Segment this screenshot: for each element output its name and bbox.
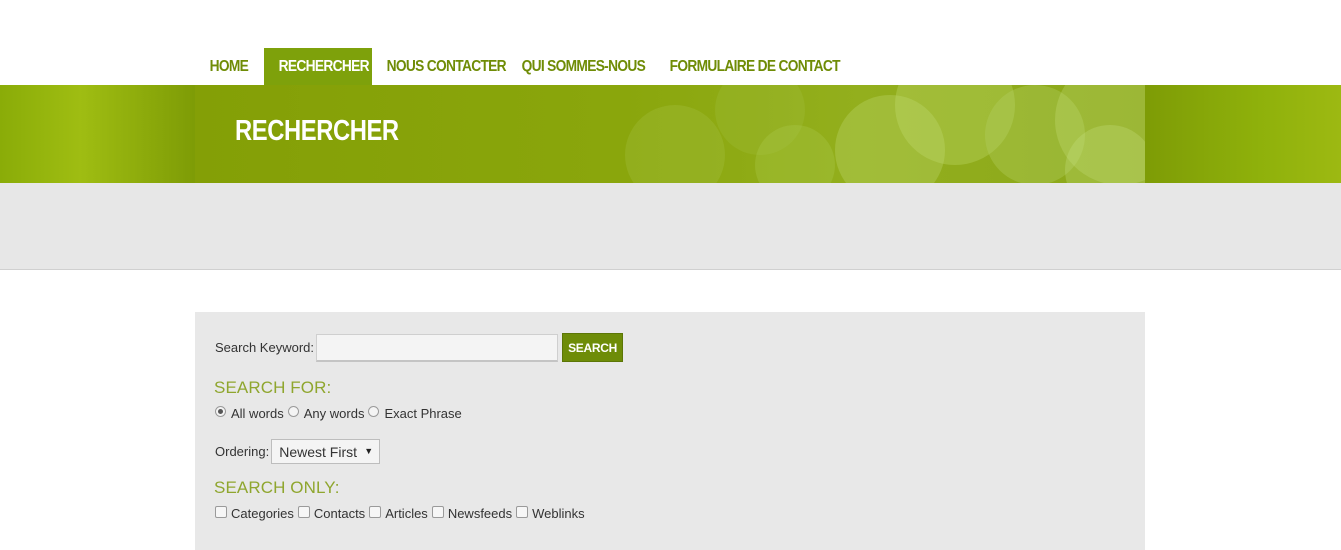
checkbox-contacts-label[interactable]: Contacts	[314, 506, 365, 521]
ordering-row: Ordering: Newest First ▼	[215, 439, 381, 464]
nav-item-qui-sommes-nous[interactable]: QUI SOMMES-NOUS	[507, 48, 655, 85]
checkbox-articles[interactable]	[369, 505, 382, 518]
ordering-label: Ordering:	[215, 444, 270, 459]
banner-image: RECHERCHER	[195, 85, 1145, 183]
ordering-select[interactable]: Newest First ▼	[271, 439, 381, 464]
nav-item-nous-contacter-label[interactable]: NOUS CONTACTER	[372, 48, 521, 85]
radio-exact-phrase[interactable]	[368, 406, 380, 417]
page-banner: RECHERCHER	[0, 85, 1341, 183]
radio-all-words-label[interactable]: All words	[231, 406, 284, 421]
nav-item-rechercher-label[interactable]: RECHERCHER	[264, 48, 383, 85]
keyword-row: Search Keyword: SEARCH	[215, 333, 623, 362]
nav-item-rechercher[interactable]: RECHERCHER	[264, 48, 372, 85]
checkbox-newsfeeds-label[interactable]: Newsfeeds	[448, 506, 512, 521]
page-title: RECHERCHER	[235, 115, 399, 147]
search-only-options: Categories Contacts Articles Newsfeeds W…	[215, 505, 589, 521]
checkbox-newsfeeds[interactable]	[431, 505, 444, 518]
nav-item-formulaire-de-contact[interactable]: FORMULAIRE DE CONTACT	[655, 48, 841, 85]
search-form: Search Keyword: SEARCH SEARCH FOR: All w…	[195, 312, 1145, 550]
chevron-down-icon[interactable]: ▼	[364, 446, 373, 456]
checkbox-articles-label[interactable]: Articles	[385, 506, 428, 521]
bokeh-decoration	[625, 105, 725, 183]
search-keyword-label: Search Keyword:	[215, 340, 314, 355]
radio-exact-phrase-label[interactable]: Exact Phrase	[384, 406, 461, 421]
main-nav: HOME RECHERCHER NOUS CONTACTER QUI SOMME…	[195, 48, 841, 85]
search-for-heading: SEARCH FOR:	[214, 378, 332, 397]
search-only-heading: SEARCH ONLY:	[214, 478, 340, 497]
checkbox-contacts[interactable]	[297, 505, 310, 518]
checkbox-categories[interactable]	[215, 505, 227, 518]
radio-any-words[interactable]	[287, 406, 299, 417]
checkbox-categories-label[interactable]: Categories	[231, 506, 294, 521]
radio-any-words-label[interactable]: Any words	[304, 406, 365, 421]
search-keyword-input[interactable]	[316, 333, 558, 362]
radio-all-words[interactable]	[215, 406, 226, 417]
nav-item-nous-contacter[interactable]: NOUS CONTACTER	[372, 48, 507, 85]
nav-item-formulaire-de-contact-label[interactable]: FORMULAIRE DE CONTACT	[655, 48, 855, 85]
search-for-options: All words Any words Exact Phrase	[215, 406, 466, 421]
page: HOME RECHERCHER NOUS CONTACTER QUI SOMME…	[0, 0, 1341, 550]
nav-item-home-label[interactable]: HOME	[195, 48, 263, 85]
breadcrumb-strip	[0, 183, 1341, 270]
ordering-select-value[interactable]: Newest First	[279, 444, 357, 460]
checkbox-weblinks-label[interactable]: Weblinks	[532, 506, 585, 521]
search-button[interactable]: SEARCH	[562, 333, 623, 362]
checkbox-weblinks[interactable]	[516, 505, 529, 518]
nav-item-qui-sommes-nous-label[interactable]: QUI SOMMES-NOUS	[507, 48, 660, 85]
nav-item-home[interactable]: HOME	[195, 48, 264, 85]
